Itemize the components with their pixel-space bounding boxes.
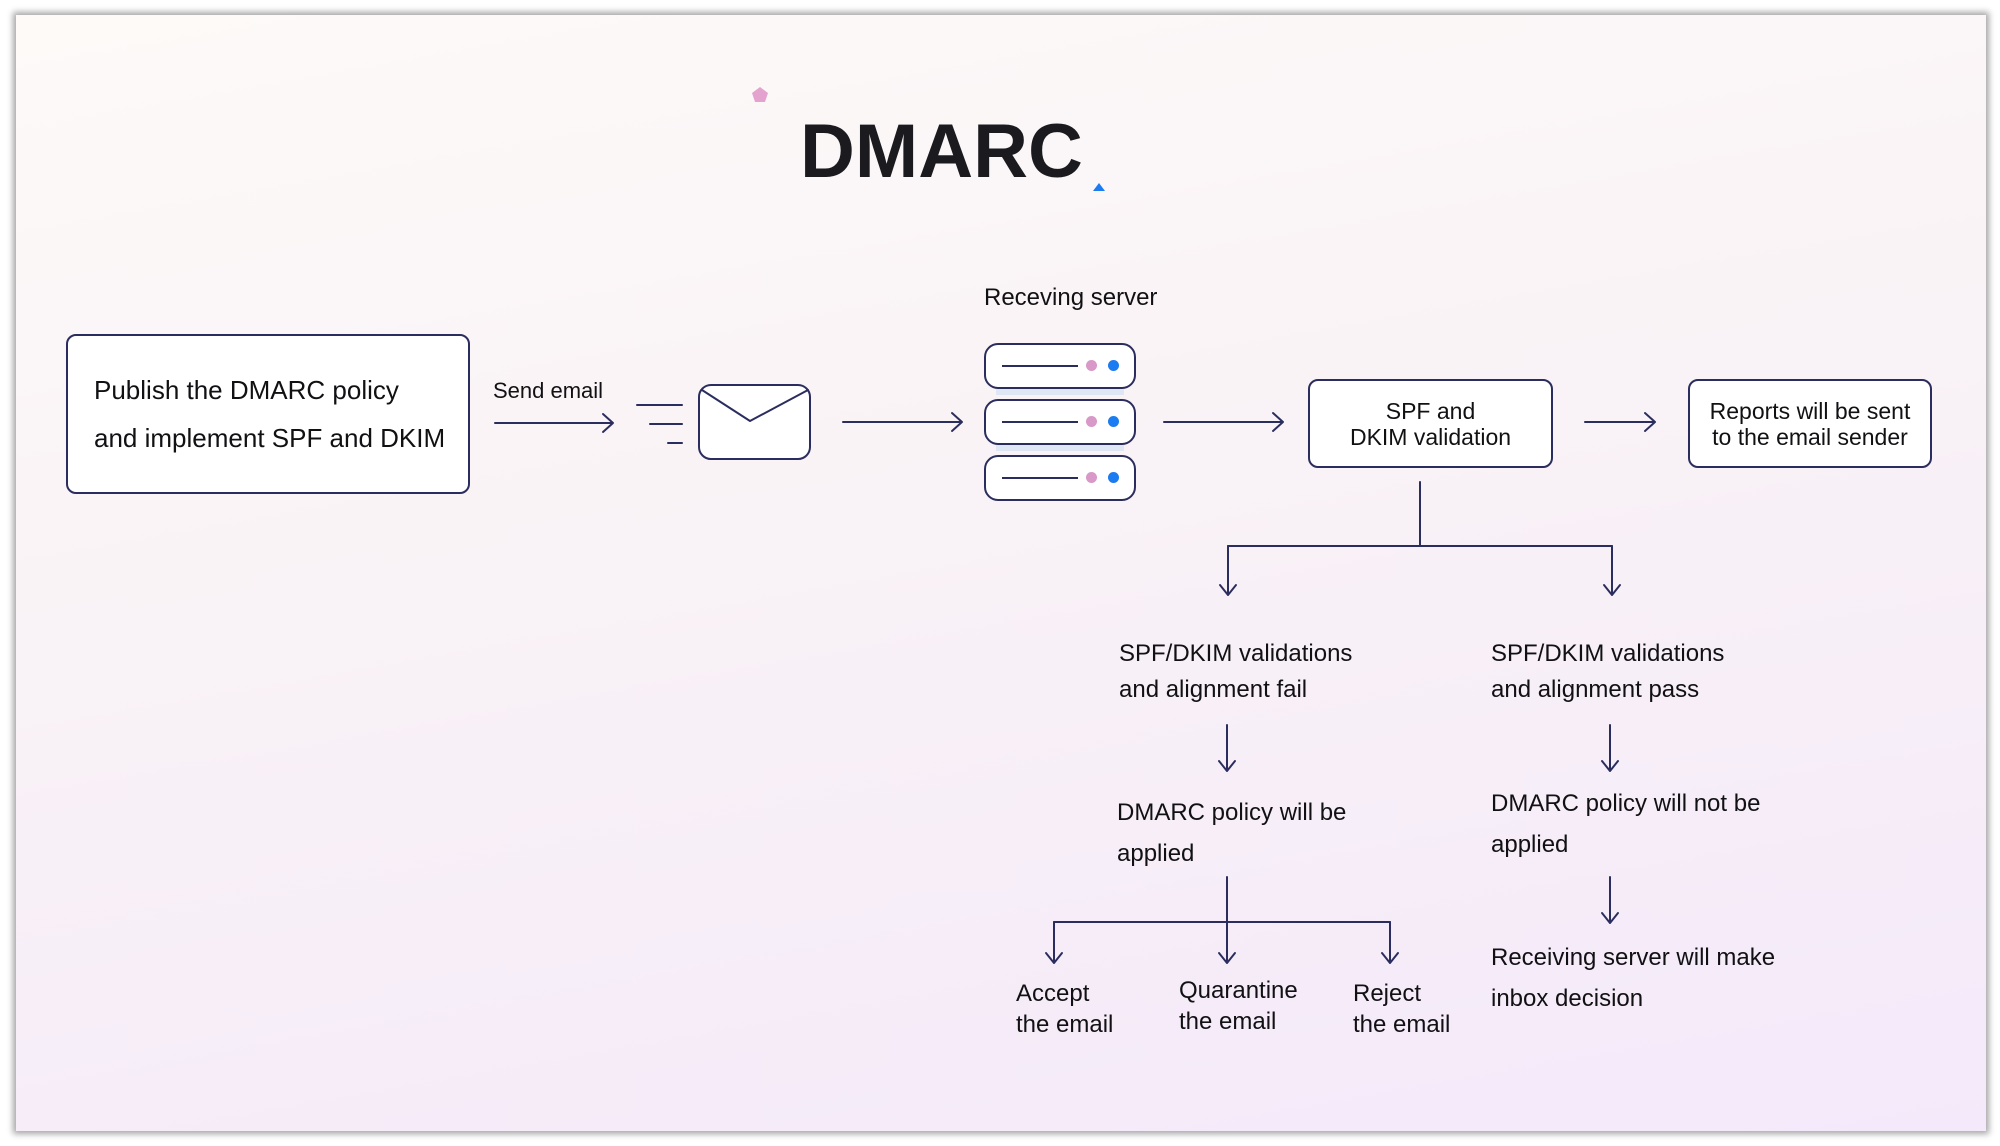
send-email-label: Send email <box>493 378 604 403</box>
validation-split-connector <box>1219 481 1621 596</box>
action-quarantine-line-1: Quarantine <box>1179 977 1298 1004</box>
pass-outcome-line-2: inbox decision <box>1491 985 1644 1012</box>
server-unit <box>984 343 1136 389</box>
arrow-to-validation <box>1163 412 1284 432</box>
publish-policy-box: Publish the DMARC policy and implement S… <box>66 334 470 494</box>
publish-line-2: and implement SPF and DKIM <box>94 423 446 453</box>
action-reject-line-2: the email <box>1353 1011 1451 1038</box>
action-accept: Accept the email <box>1016 978 1113 1040</box>
action-quarantine: Quarantine the email <box>1179 975 1298 1037</box>
server-unit <box>984 399 1136 445</box>
action-reject: Reject the email <box>1353 978 1450 1040</box>
reports-box: Reports will be sent to the email sender <box>1688 379 1932 468</box>
send-email-arrow <box>494 413 614 433</box>
actions-split-connector <box>1045 876 1399 964</box>
receiving-server-label: Receving server <box>984 284 1158 311</box>
pass-condition-line-2: and alignment pass <box>1491 676 1700 703</box>
page-title: DMARC <box>800 109 1083 194</box>
arrow-to-server <box>842 412 963 432</box>
pass-outcome-line-1: Receiving server will make <box>1491 944 1776 971</box>
fail-result-line-1: DMARC policy will be <box>1117 799 1347 826</box>
pass-result: DMARC policy will not be applied <box>1491 783 1760 865</box>
speed-lines-icon <box>636 404 683 444</box>
validation-line-1: SPF and <box>1385 397 1476 424</box>
action-reject-line-1: Reject <box>1353 980 1422 1007</box>
fail-condition: SPF/DKIM validations and alignment fail <box>1119 636 1352 708</box>
pass-down-arrow <box>1601 724 1619 772</box>
fail-condition-line-1: SPF/DKIM validations <box>1119 640 1353 667</box>
pass-result-line-1: DMARC policy will not be <box>1491 790 1761 817</box>
action-accept-line-2: the email <box>1016 1011 1114 1038</box>
server-icon <box>984 343 1136 503</box>
pentagon-icon <box>752 87 768 102</box>
triangle-icon <box>1093 183 1105 191</box>
server-unit <box>984 455 1136 501</box>
reports-line-1: Reports will be sent <box>1709 397 1911 424</box>
fail-result-line-2: applied <box>1117 840 1195 867</box>
pass-outcome: Receiving server will make inbox decisio… <box>1491 937 1775 1019</box>
pass-condition-line-1: SPF/DKIM validations <box>1491 640 1725 667</box>
envelope-icon <box>698 384 811 460</box>
pass-outcome-arrow <box>1601 876 1619 924</box>
action-accept-line-1: Accept <box>1016 980 1090 1007</box>
spf-dkim-validation-box: SPF and DKIM validation <box>1308 379 1553 468</box>
validation-line-2: DKIM validation <box>1349 423 1512 450</box>
pass-result-line-2: applied <box>1491 831 1569 858</box>
publish-line-1: Publish the DMARC policy <box>94 375 399 405</box>
fail-result: DMARC policy will be applied <box>1117 792 1346 874</box>
reports-line-2: to the email sender <box>1712 423 1908 450</box>
pass-condition: SPF/DKIM validations and alignment pass <box>1491 636 1724 708</box>
action-quarantine-line-2: the email <box>1179 1008 1277 1035</box>
fail-condition-line-2: and alignment fail <box>1119 676 1308 703</box>
arrow-to-reports <box>1584 412 1656 432</box>
fail-down-arrow <box>1218 724 1236 772</box>
